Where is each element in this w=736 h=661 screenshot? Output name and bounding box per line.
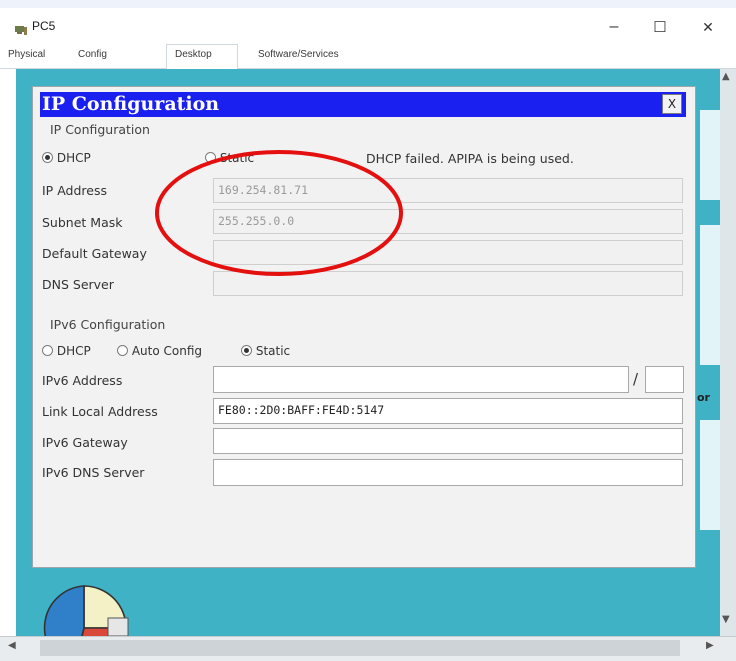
dialog-title: IP Configuration [42, 93, 220, 115]
link-local-address-field[interactable]: FE80::2D0:BAFF:FE4D:5147 [213, 398, 683, 424]
side-panel [700, 110, 720, 200]
ipv6-auto-config-option[interactable]: Auto Config [117, 344, 202, 358]
ip-address-label: IP Address [42, 183, 107, 198]
background-label: or [697, 391, 710, 404]
tab-bar [0, 42, 736, 69]
horizontal-scroll-thumb[interactable] [40, 640, 680, 656]
close-button[interactable]: ✕ [690, 14, 726, 40]
dns-server-field[interactable] [213, 271, 683, 296]
ipv4-dhcp-option[interactable]: DHCP [42, 151, 91, 165]
default-gateway-field[interactable] [213, 240, 683, 265]
window-title: PC5 [32, 19, 56, 33]
ipv6-group-label: IPv6 Configuration [50, 317, 166, 332]
ipv6-dns-server-label: IPv6 DNS Server [42, 465, 145, 480]
maximize-button[interactable]: ☐ [642, 14, 678, 40]
minimize-button[interactable]: – [596, 14, 632, 40]
tab-config[interactable]: Config [78, 49, 107, 60]
scroll-right-icon[interactable]: ▶ [706, 640, 714, 651]
ipv6-dhcp-label: DHCP [56, 344, 91, 358]
ipv6-auto-config-radio[interactable] [117, 345, 128, 356]
ipv6-prefix-field[interactable] [645, 366, 684, 393]
ipv4-static-label: Static [219, 151, 255, 165]
scroll-up-icon[interactable]: ▲ [722, 71, 730, 82]
dialog-close-button[interactable]: X [662, 94, 682, 114]
maximize-icon: ☐ [653, 19, 667, 36]
ipv6-gateway-label: IPv6 Gateway [42, 435, 128, 450]
ipv6-address-field[interactable] [213, 366, 629, 393]
ipv6-address-label: IPv6 Address [42, 373, 123, 388]
dhcp-status-text: DHCP failed. APIPA is being used. [366, 151, 574, 166]
ipv6-dhcp-option[interactable]: DHCP [42, 344, 91, 358]
ipv4-static-radio[interactable] [205, 152, 216, 163]
ipv6-static-label: Static [255, 344, 291, 358]
side-panel [700, 420, 720, 530]
subnet-mask-label: Subnet Mask [42, 215, 123, 230]
scroll-down-icon[interactable]: ▼ [722, 614, 730, 625]
tab-software-services[interactable]: Software/Services [258, 49, 339, 60]
desktop-app-icon[interactable] [34, 566, 134, 661]
pc-app-icon [14, 21, 28, 40]
ipv6-auto-config-label: Auto Config [131, 344, 203, 358]
ipv4-dhcp-radio[interactable] [42, 152, 53, 163]
tab-physical[interactable]: Physical [8, 49, 45, 60]
ip-address-field[interactable]: 169.254.81.71 [213, 178, 683, 203]
ipv6-dns-server-field[interactable] [213, 459, 683, 486]
close-icon: ✕ [702, 18, 714, 35]
ipv6-static-radio[interactable] [241, 345, 252, 356]
ipv6-dhcp-radio[interactable] [42, 345, 53, 356]
background-window-strip [0, 0, 736, 8]
ipv6-static-option[interactable]: Static [241, 344, 290, 358]
ipv4-static-option[interactable]: Static [205, 151, 254, 165]
vertical-scrollbar[interactable] [720, 69, 736, 636]
subnet-mask-field[interactable]: 255.255.0.0 [213, 209, 683, 234]
scroll-left-icon[interactable]: ◀ [8, 640, 16, 651]
side-panel [700, 225, 720, 365]
dns-server-label: DNS Server [42, 277, 114, 292]
ipv6-gateway-field[interactable] [213, 428, 683, 454]
tab-desktop[interactable]: Desktop [175, 49, 212, 60]
prefix-separator: / [633, 370, 639, 388]
default-gateway-label: Default Gateway [42, 246, 147, 261]
ipv4-dhcp-label: DHCP [56, 151, 91, 165]
ipv4-group-label: IP Configuration [50, 122, 150, 137]
minimize-icon: – [609, 18, 619, 35]
link-local-address-label: Link Local Address [42, 404, 158, 419]
